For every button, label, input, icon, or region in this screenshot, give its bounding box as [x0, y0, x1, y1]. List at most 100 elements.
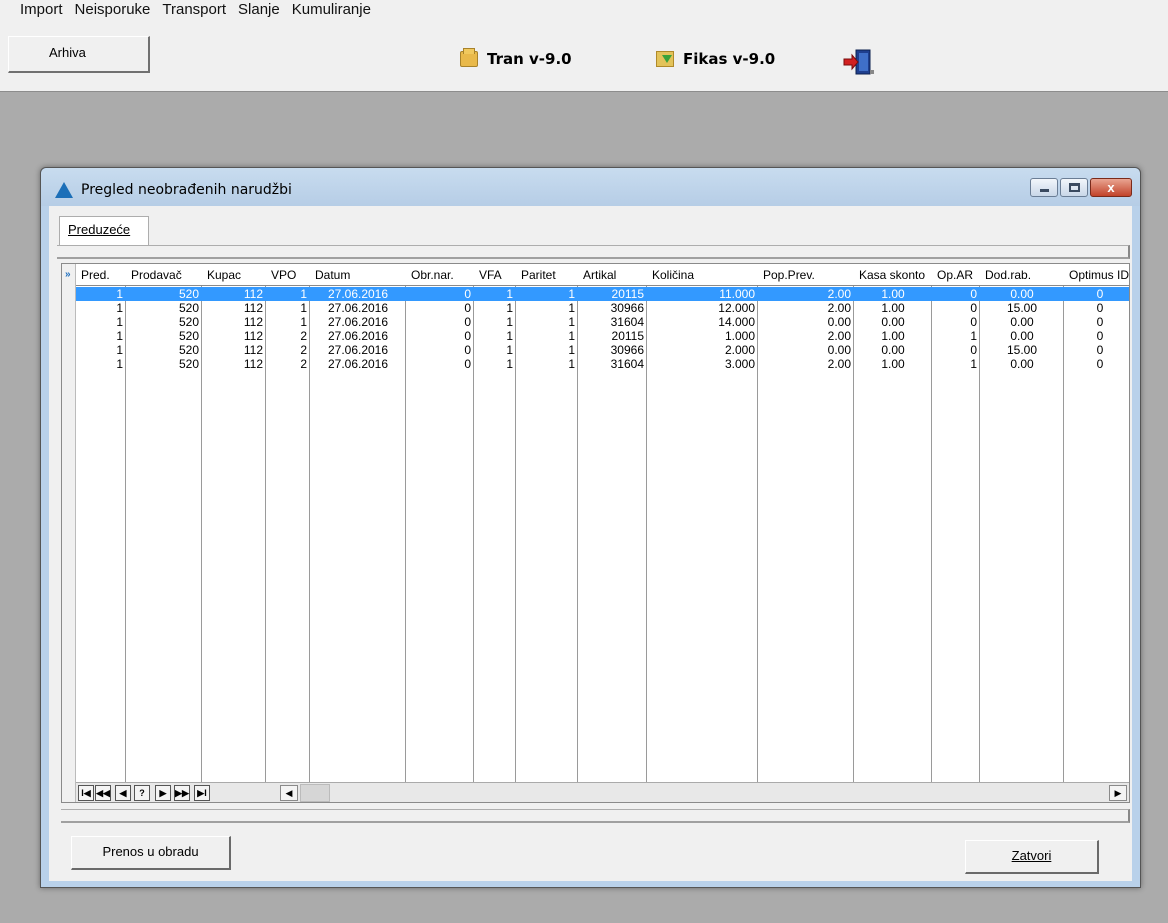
nav-button[interactable]: ▶▶: [174, 785, 190, 801]
bottom-divider: [61, 809, 1130, 823]
table-cell: 27.06.2016: [327, 329, 389, 343]
column-header[interactable]: Kasa skonto: [854, 264, 932, 286]
column-header[interactable]: Pop.Prev.: [758, 264, 854, 286]
app-toolbar: Import Neisporuke Transport Slanje Kumul…: [0, 0, 1168, 92]
table-cell: 1.00: [881, 301, 905, 315]
scroll-left-button[interactable]: ◀: [280, 785, 298, 801]
nav-button[interactable]: ◀◀: [95, 785, 111, 801]
close-window-button[interactable]: x: [1090, 178, 1132, 197]
table-row[interactable]: 1 520 112 2 27.06.2016 0 1 1 30966 2.000 0.00 0.00 0…: [76, 343, 1129, 357]
table-cell: 112: [243, 287, 263, 301]
table-cell: 11.000: [719, 287, 755, 301]
table-cell: 520: [178, 287, 199, 301]
table-cell: 30966: [610, 343, 644, 357]
table-cell: 1.00: [881, 329, 905, 343]
table-cell: 0: [1096, 343, 1104, 357]
scroll-right-button[interactable]: ▶: [1109, 785, 1127, 801]
dialog-client: Preduzeće » Pred. Prodavač Kupac VPO Datum Ob…: [49, 206, 1132, 881]
table-cell: 0.00: [1010, 329, 1034, 343]
window-buttons: x: [1030, 178, 1132, 197]
column-header[interactable]: Prodavač: [126, 264, 202, 286]
column-header[interactable]: Obr.nar.: [406, 264, 474, 286]
column-header[interactable]: VPO: [266, 264, 310, 286]
table-cell: 1: [116, 329, 123, 343]
table-cell: 1: [300, 301, 307, 315]
column-header[interactable]: Dod.rab.: [980, 264, 1064, 286]
maximize-button[interactable]: [1060, 178, 1088, 197]
tab-preduzece[interactable]: Preduzeće: [59, 216, 149, 246]
row-indicator-icon: »: [65, 269, 71, 280]
table-cell: 0: [1096, 301, 1104, 315]
table-cell: 0: [970, 301, 977, 315]
table-cell: 0: [1096, 315, 1104, 329]
dialog-titlebar[interactable]: Pregled neobrađenih narudžbi x: [41, 168, 1140, 206]
table-cell: 1: [116, 287, 123, 301]
transfer-button[interactable]: Prenos u obradu: [71, 836, 231, 870]
table-cell: 1: [568, 343, 575, 357]
table-cell: 1: [116, 343, 123, 357]
table-cell: 0.00: [1010, 357, 1034, 371]
column-header[interactable]: Kupac: [202, 264, 266, 286]
menu-slanje[interactable]: Slanje: [238, 2, 280, 20]
orders-dialog: Pregled neobrađenih narudžbi x Preduzeće…: [40, 167, 1141, 888]
table-cell: 0: [464, 329, 471, 343]
minimize-icon: [1040, 189, 1049, 192]
column-header[interactable]: VFA: [474, 264, 516, 286]
table-cell: 1: [506, 329, 513, 343]
column-header[interactable]: Artikal: [578, 264, 647, 286]
table-cell: 2.00: [827, 301, 851, 315]
table-row[interactable]: 1 520 112 2 27.06.2016 0 1 1 31604 3.000 2.00 1.00 1…: [76, 357, 1129, 371]
table-row[interactable]: 1 520 112 1 27.06.2016 0 1 1 31604 14.000 0.00 0.00…: [76, 315, 1129, 329]
table-cell: 520: [178, 329, 199, 343]
table-cell: 0.00: [881, 343, 905, 357]
minimize-button[interactable]: [1030, 178, 1058, 197]
table-cell: 0: [1096, 287, 1104, 301]
table-cell: 27.06.2016: [327, 301, 389, 315]
nav-button[interactable]: ▶I: [194, 785, 210, 801]
table-cell: 15.00: [1006, 301, 1038, 315]
menu-transport[interactable]: Transport: [162, 2, 226, 20]
folder-download-icon: [656, 51, 674, 67]
table-cell: 1: [568, 301, 575, 315]
exit-door-icon[interactable]: [842, 48, 876, 76]
table-cell: 0.00: [827, 315, 851, 329]
table-cell: 1: [300, 287, 307, 301]
column-header[interactable]: Količina: [647, 264, 758, 286]
tran-button[interactable]: Tran v-9.0: [460, 48, 572, 68]
table-cell: 0.00: [881, 315, 905, 329]
menu-import[interactable]: Import: [20, 2, 63, 20]
table-cell: 520: [178, 301, 199, 315]
menu-kumuliranje[interactable]: Kumuliranje: [292, 2, 371, 20]
column-header[interactable]: Paritet: [516, 264, 578, 286]
hscroll-thumb[interactable]: [300, 784, 330, 802]
table-row[interactable]: 1 520 112 1 27.06.2016 0 1 1 20115 11.000 2.00 1.00…: [76, 287, 1129, 301]
table-cell: 112: [243, 357, 263, 371]
nav-button[interactable]: I◀: [78, 785, 94, 801]
table-cell: 0: [970, 287, 977, 301]
column-header[interactable]: Optimus ID: [1064, 264, 1129, 286]
table-row[interactable]: 1 520 112 1 27.06.2016 0 1 1 30966 12.000 2.00 1.00…: [76, 301, 1129, 315]
orders-grid[interactable]: » Pred. Prodavač Kupac VPO Datum Obr.nar. VFA P…: [61, 263, 1130, 803]
nav-button[interactable]: ▶: [155, 785, 171, 801]
table-cell: 2: [300, 329, 307, 343]
table-cell: 20115: [611, 329, 644, 343]
table-cell: 520: [178, 357, 199, 371]
row-indicator-gutter: »: [62, 264, 76, 802]
column-header[interactable]: Op.AR: [932, 264, 980, 286]
menu-neisporuke[interactable]: Neisporuke: [75, 2, 151, 20]
fikas-button[interactable]: Fikas v-9.0: [656, 50, 775, 68]
table-row[interactable]: 1 520 112 2 27.06.2016 0 1 1 20115 1.000 2.00 1.00 1…: [76, 329, 1129, 343]
archive-button[interactable]: Arhiva: [8, 36, 150, 73]
table-cell: 27.06.2016: [327, 287, 389, 301]
column-header[interactable]: Pred.: [76, 264, 126, 286]
table-cell: 520: [178, 343, 199, 357]
close-dialog-button[interactable]: Zatvori: [965, 840, 1099, 874]
table-cell: 0.00: [827, 343, 851, 357]
table-cell: 2.00: [827, 329, 851, 343]
table-cell: 31604: [610, 357, 644, 371]
column-header[interactable]: Datum: [310, 264, 406, 286]
table-cell: 1: [506, 287, 513, 301]
table-cell: 0: [464, 315, 471, 329]
nav-button[interactable]: ◀: [115, 785, 131, 801]
nav-button[interactable]: ?: [134, 785, 150, 801]
